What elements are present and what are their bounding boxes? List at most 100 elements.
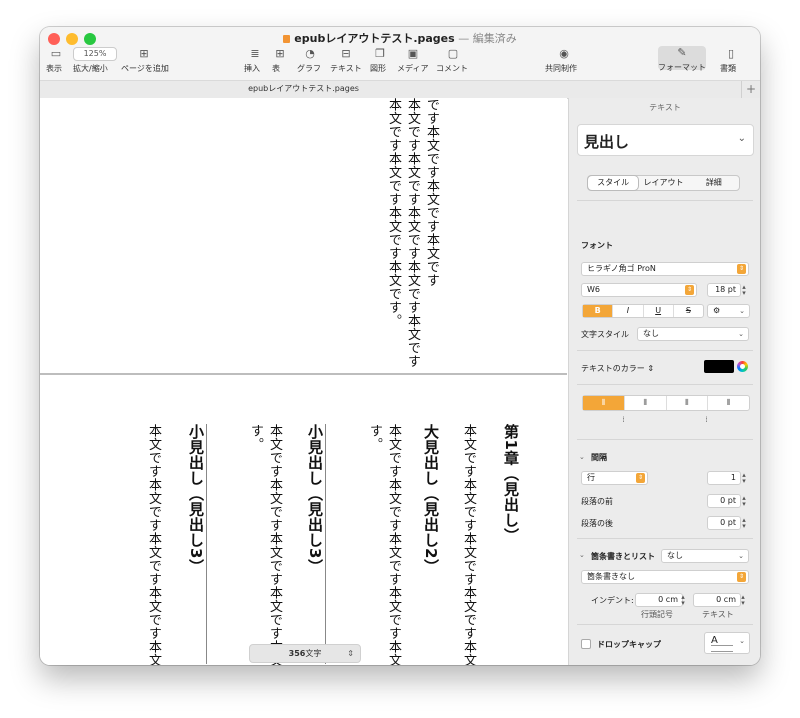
chevron-updown-icon: ⇕	[647, 364, 655, 373]
bullet-indent-caption: 行頭記号	[641, 610, 673, 619]
toolbar: epubレイアウトテスト.pages — 編集済み ▭ 表示 125% ⌄ 拡大…	[40, 27, 760, 80]
zoom-popup[interactable]: 125% ⌄	[73, 47, 117, 70]
heading-3[interactable]: 小見出し（見出し3）	[186, 424, 205, 574]
space-after-field[interactable]: 0 pt	[707, 516, 741, 530]
drop-cap-style-popup[interactable]: A ⌄	[704, 632, 750, 654]
body-line[interactable]: 本文です本文です本文です本文です本文です	[265, 424, 284, 665]
collaborate-label: 共同制作	[545, 64, 577, 73]
color-wheel-icon[interactable]	[737, 361, 748, 372]
comment-button[interactable]: ▢ コメント	[436, 47, 470, 73]
bullet-type-popup[interactable]: 箇条書きなし ⇕	[581, 570, 749, 584]
collaborate-button[interactable]: ◉ 共同制作	[545, 47, 583, 73]
table-button[interactable]: ⊞ 表	[272, 47, 288, 73]
bullets-preset-value: なし	[667, 551, 683, 560]
align-center-icon[interactable]: ⦀	[623, 396, 666, 410]
space-after-stepper[interactable]: ▴ ▾	[741, 517, 747, 530]
column-rule	[325, 424, 326, 664]
underline-button[interactable]: U	[642, 305, 673, 317]
font-family-popup[interactable]: ヒラギノ角ゴ ProN ⇕	[581, 262, 749, 276]
font-family-value: ヒラギノ角ゴ ProN	[587, 264, 656, 273]
space-before-field[interactable]: 0 pt	[707, 494, 741, 508]
line-spacing-field[interactable]: 1	[707, 471, 741, 485]
word-count-popup[interactable]: 356文字 ⇕	[249, 644, 361, 663]
disclosure-triangle-icon[interactable]: ⌄	[579, 453, 585, 461]
line-spacing-stepper[interactable]: ▴ ▾	[741, 472, 747, 485]
comment-icon: ▢	[447, 47, 459, 60]
bold-button[interactable]: B	[583, 305, 613, 317]
space-before-stepper[interactable]: ▴ ▾	[741, 495, 747, 508]
tab-document[interactable]: epubレイアウトテスト.pages	[40, 83, 567, 94]
text-indent-stepper[interactable]: ▴ ▾	[740, 594, 746, 607]
document-button[interactable]: ▯ 書類	[720, 47, 742, 73]
align-justify-icon[interactable]: ⦀	[707, 396, 749, 410]
indent-decrease-icon[interactable]: ⁞	[582, 414, 665, 426]
font-weight-popup[interactable]: W6 ⇕	[581, 283, 697, 297]
page-break	[40, 373, 567, 375]
plus-square-icon: ⊞	[139, 47, 149, 60]
spacing-mode-popup[interactable]: 行 ⇕	[581, 471, 648, 485]
text-indent-caption: テキスト	[702, 610, 734, 619]
paragraph-style-popup[interactable]: 見出し ⌄	[577, 124, 754, 156]
disclosure-triangle-icon[interactable]: ⌄	[579, 551, 585, 559]
indent-increase-icon[interactable]: ⁞	[665, 414, 748, 426]
body-line[interactable]: 本文です本文です本文です本文です。	[384, 98, 403, 328]
font-size-stepper[interactable]: ▴ ▾	[741, 284, 747, 297]
insert-button[interactable]: ≣ 挿入	[244, 47, 266, 73]
chapter-heading[interactable]: 第1章（見出し）	[501, 424, 520, 543]
bullet-indent-field[interactable]: 0 cm	[635, 593, 683, 607]
insert-label: 挿入	[244, 64, 260, 73]
body-line[interactable]: す。	[246, 424, 265, 451]
table-label: 表	[272, 64, 280, 73]
chart-label: グラフ	[297, 64, 321, 73]
window-title: epubレイアウトテスト.pages — 編集済み	[40, 30, 760, 46]
space-after-label: 段落の後	[581, 519, 613, 528]
tab-style[interactable]: スタイル	[588, 176, 639, 190]
zoom-label: 拡大/縮小	[73, 64, 108, 73]
indent-label: インデント:	[591, 596, 634, 605]
bullet-indent-stepper[interactable]: ▴ ▾	[680, 594, 686, 607]
text-button[interactable]: ⊟ テキスト	[330, 47, 362, 73]
paintbrush-icon: ✎	[677, 46, 687, 59]
up-down-chevron-icon: ⇕	[347, 649, 354, 658]
body-line[interactable]: 本文です本文です本文です本文です本文です	[403, 98, 422, 368]
drop-cap-checkbox[interactable]	[581, 639, 591, 649]
zoom-control[interactable]: 125% ⌄ 拡大/縮小	[73, 47, 117, 73]
alignment-buttons: ⦀ ⦀ ⦀ ⦀	[582, 395, 750, 411]
italic-button[interactable]: I	[612, 305, 642, 317]
body-line[interactable]: 本文です本文です本文です本文です本文です	[459, 424, 478, 665]
paragraph-style-value: 見出し	[584, 133, 630, 151]
body-line[interactable]: 本文です本文です本文です本文です本文です	[144, 424, 163, 665]
align-bottom-icon[interactable]: ⦀	[665, 396, 708, 410]
shape-button[interactable]: ❐ 図形	[370, 47, 390, 73]
text-options-popup[interactable]: ⚙ ⌄	[707, 304, 750, 318]
chevron-updown-icon: ⇕	[737, 264, 746, 274]
text-label: テキスト	[330, 64, 362, 73]
new-tab-button[interactable]: +	[741, 81, 760, 98]
tab-layout[interactable]: レイアウト	[638, 176, 688, 190]
word-count-unit: 文字	[305, 649, 322, 658]
tab-more[interactable]: 詳細	[689, 176, 739, 190]
zoom-value: 125%	[83, 49, 107, 58]
font-size-field[interactable]: 18 pt	[707, 283, 741, 297]
text-color-well[interactable]	[704, 360, 734, 373]
format-button[interactable]: ✎ フォーマット	[658, 46, 706, 72]
gear-icon: ⚙	[713, 306, 721, 315]
char-style-value: なし	[643, 329, 659, 338]
align-top-icon[interactable]: ⦀	[583, 396, 624, 410]
divider	[577, 200, 753, 201]
body-line[interactable]: です本文です本文です本文です	[422, 98, 441, 287]
document-canvas[interactable]: です本文です本文です本文です 本文です本文です本文です本文です本文です 本文です…	[40, 98, 567, 665]
body-line[interactable]: 本文です本文です本文です本文です本文です	[384, 424, 403, 665]
bullets-preset-popup[interactable]: なし ⌄	[661, 549, 749, 563]
view-button[interactable]: ▭ 表示	[46, 47, 66, 73]
heading-3[interactable]: 小見出し（見出し3）	[305, 424, 324, 574]
media-button[interactable]: ▣ メディア	[397, 47, 429, 73]
chart-button[interactable]: ◔ グラフ	[297, 47, 323, 73]
body-line[interactable]: す。	[365, 424, 384, 451]
photo-icon: ▣	[407, 47, 419, 60]
strikethrough-button[interactable]: S	[672, 305, 703, 317]
text-indent-field[interactable]: 0 cm	[693, 593, 741, 607]
add-page-button[interactable]: ⊞ ページを追加	[121, 47, 169, 73]
char-style-popup[interactable]: なし ⌄	[637, 327, 749, 341]
heading-2[interactable]: 大見出し（見出し2）	[421, 424, 440, 574]
